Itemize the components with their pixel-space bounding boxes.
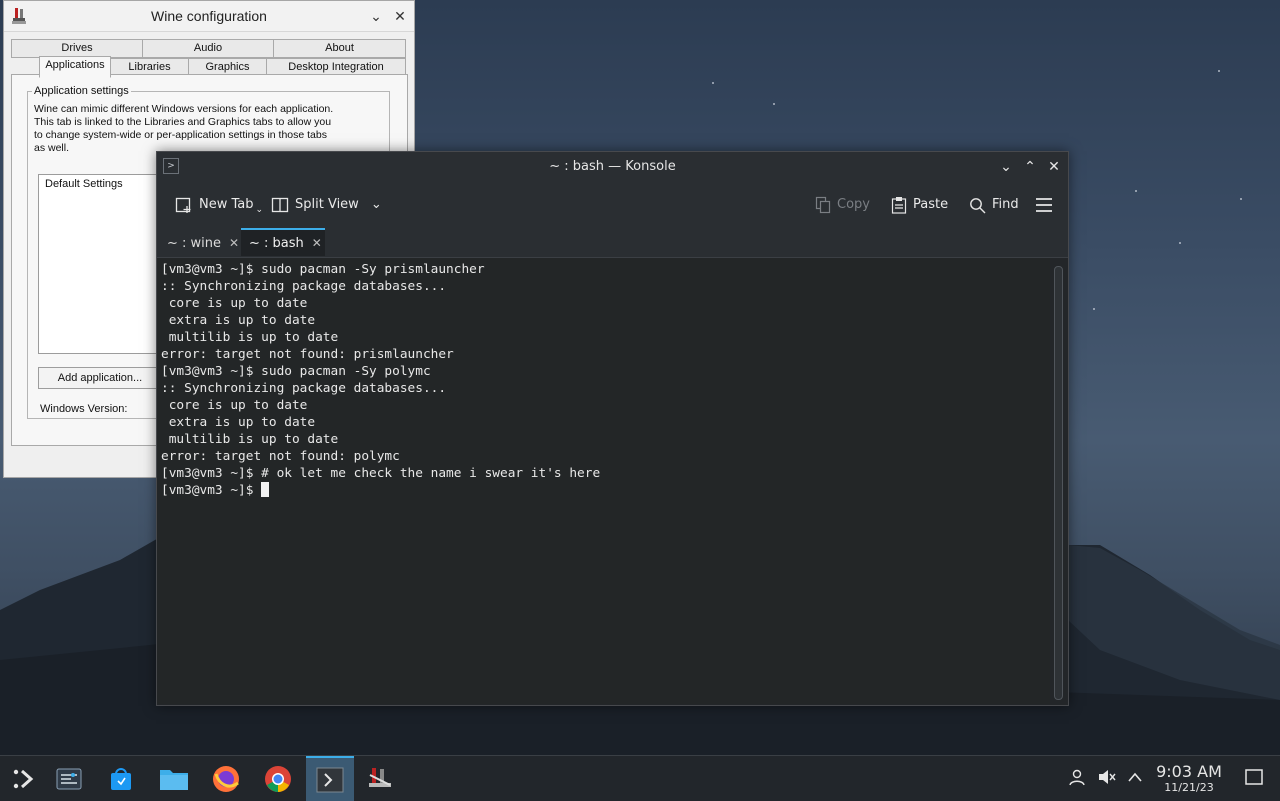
chevron-down-icon[interactable]: ⌄ (368, 8, 384, 24)
clock-date: 11/21/23 (1164, 781, 1214, 794)
chevron-down-icon: ⌄ (255, 205, 264, 215)
konsole-toolbar: New Tab ⌄ Split View ⌄ Copy Paste Find (157, 182, 1068, 228)
new-tab-icon (175, 197, 191, 213)
minimize-icon[interactable]: ⌄ (997, 158, 1015, 176)
tab-wine[interactable]: ~ : wine ✕ (159, 230, 243, 256)
application-launcher-icon[interactable] (0, 760, 46, 797)
clock[interactable]: 9:03 AM 11/21/23 (1152, 762, 1226, 795)
terminal-output[interactable]: [vm3@vm3 ~]$ sudo pacman -Sy prismlaunch… (157, 258, 1050, 704)
find-button[interactable]: Find (969, 195, 1019, 215)
chrome-icon[interactable] (255, 760, 301, 797)
chevron-up-icon[interactable] (1124, 766, 1146, 788)
new-tab-label: New Tab (199, 197, 254, 212)
terminal-prompt: [vm3@vm3 ~]$ (161, 483, 262, 498)
copy-label: Copy (837, 197, 870, 212)
settings-icon[interactable] (46, 760, 92, 797)
terminal-line: [vm3@vm3 ~]$ sudo pacman -Sy prismlaunch… (161, 262, 485, 277)
split-view-button[interactable]: Split View ⌄ (271, 195, 382, 215)
terminal-line: core is up to date (161, 398, 308, 413)
find-label: Find (992, 197, 1019, 212)
konsole-icon[interactable] (306, 756, 354, 801)
terminal-line: error: target not found: prismlauncher (161, 347, 454, 362)
konsole-titlebar[interactable]: > ~ : bash — Konsole ⌄ ⌃ ✕ (157, 152, 1068, 182)
terminal-cursor (261, 482, 270, 497)
terminal-line: error: target not found: polymc (161, 449, 400, 464)
discover-store-icon[interactable] (98, 760, 144, 797)
description-line: to change system-wide or per-application… (34, 129, 327, 141)
close-tab-icon[interactable]: ✕ (312, 236, 322, 250)
paste-label: Paste (913, 197, 949, 212)
terminal-scrollbar[interactable] (1054, 266, 1063, 700)
chevron-down-icon[interactable]: ⌄ (371, 195, 382, 215)
terminal-line: :: Synchronizing package databases... (161, 381, 447, 396)
terminal-line: :: Synchronizing package databases... (161, 279, 447, 294)
konsole-window: > ~ : bash — Konsole ⌄ ⌃ ✕ New Tab ⌄ Spl… (156, 151, 1069, 706)
terminal-line: extra is up to date (161, 415, 316, 430)
show-desktop-icon[interactable] (1243, 766, 1265, 788)
description-line: This tab is linked to the Libraries and … (34, 116, 332, 128)
paste-button[interactable]: Paste (891, 195, 948, 215)
new-tab-button[interactable]: New Tab ⌄ (175, 195, 263, 215)
maximize-icon[interactable]: ⌃ (1021, 158, 1039, 176)
tab-label: ~ : wine (167, 236, 222, 251)
wine-icon[interactable] (357, 760, 403, 797)
file-manager-icon[interactable] (151, 760, 197, 797)
konsole-window-title: ~ : bash — Konsole (549, 159, 676, 174)
volume-muted-icon[interactable] (1096, 766, 1118, 788)
clock-time: 9:03 AM (1156, 762, 1222, 781)
terminal-line: multilib is up to date (161, 432, 339, 447)
hamburger-menu-icon[interactable] (1035, 195, 1053, 215)
paste-icon (891, 197, 907, 214)
tab-bash[interactable]: ~ : bash ✕ (241, 228, 325, 256)
windows-version-label: Windows Version: (40, 403, 128, 415)
close-icon[interactable]: ✕ (392, 8, 408, 24)
description-line: Wine can mimic different Windows version… (34, 103, 334, 115)
group-label: Application settings (34, 85, 129, 97)
taskbar: 9:03 AM 11/21/23 (0, 755, 1280, 801)
search-icon (970, 197, 986, 213)
user-icon[interactable] (1066, 766, 1088, 788)
tab-label: ~ : bash (249, 236, 304, 251)
split-view-icon (271, 197, 289, 213)
konsole-tabbar: ~ : wine ✕ ~ : bash ✕ (157, 227, 1068, 258)
terminal-line: [vm3@vm3 ~]$ sudo pacman -Sy polymc (161, 364, 431, 379)
terminal-line: multilib is up to date (161, 330, 339, 345)
close-tab-icon[interactable]: ✕ (229, 236, 239, 250)
terminal-prompt-line: [vm3@vm3 ~]$ (161, 482, 1050, 499)
terminal-line: core is up to date (161, 296, 308, 311)
firefox-icon[interactable] (203, 760, 249, 797)
add-application-button[interactable]: Add application... (38, 367, 162, 389)
tab-audio[interactable]: Audio (142, 39, 274, 58)
split-view-label: Split View (295, 197, 359, 212)
terminal-line: extra is up to date (161, 313, 316, 328)
copy-icon (815, 196, 831, 214)
tab-about[interactable]: About (273, 39, 406, 58)
description-text: Wine can mimic different Windows version… (34, 103, 364, 155)
wine-titlebar[interactable]: Wine configuration ⌄ ✕ (4, 1, 414, 32)
tab-applications[interactable]: Applications (39, 56, 111, 78)
wine-window-title: Wine configuration (151, 8, 267, 24)
close-icon[interactable]: ✕ (1045, 158, 1063, 176)
terminal-line: [vm3@vm3 ~]$ # ok let me check the name … (161, 466, 601, 481)
copy-button[interactable]: Copy (815, 195, 870, 215)
